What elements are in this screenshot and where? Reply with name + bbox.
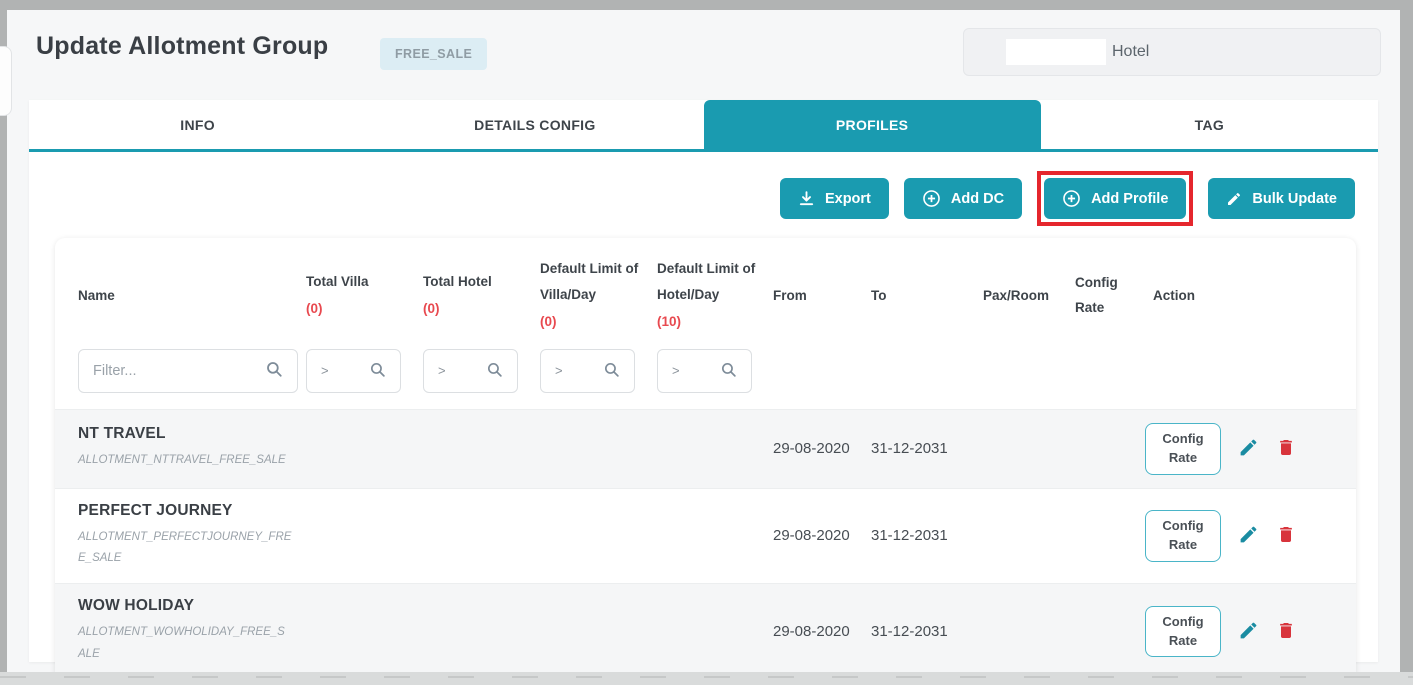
profile-name: NT TRAVEL: [78, 425, 166, 443]
download-icon: [798, 190, 815, 207]
table-filter-row: Filter... > > > >: [55, 348, 1356, 409]
page-header: Update Allotment Group FREE_SALE Hotel: [7, 10, 1400, 88]
tab-details-config[interactable]: DETAILS CONFIG: [366, 100, 703, 149]
delete-button[interactable]: [1276, 524, 1296, 548]
from-date: 29-08-2020: [773, 440, 850, 458]
profile-name: WOW HOLIDAY: [78, 597, 195, 615]
profile-name-cell: WOW HOLIDAY ALLOTMENT_WOWHOLIDAY_FREE_SA…: [78, 597, 306, 666]
page-title: Update Allotment Group: [36, 32, 329, 60]
trash-icon: [1276, 620, 1296, 644]
column-header-pax-room: Pax/Room: [983, 287, 1050, 303]
toolbar: Export Add DC Add Profile Bulk Update: [29, 152, 1378, 226]
search-icon: [486, 361, 503, 381]
app-page: Update Allotment Group FREE_SALE Hotel I…: [0, 10, 1400, 681]
count-badge: (0): [540, 314, 557, 330]
plus-circle-icon: [1062, 189, 1081, 208]
column-header-from: From: [773, 287, 807, 303]
total-villa-filter-input[interactable]: >: [306, 348, 401, 393]
column-header-default-limit-hotel: Default Limit of Hotel/Day (10): [657, 256, 773, 335]
profile-code: ALLOTMENT_NTTRAVEL_FREE_SALE: [78, 454, 286, 467]
row-actions: Config Rate: [1145, 510, 1346, 562]
profile-name-cell: NT TRAVEL ALLOTMENT_NTTRAVEL_FREE_SALE: [78, 425, 306, 472]
delete-button[interactable]: [1276, 620, 1296, 644]
pencil-icon: [1238, 437, 1259, 461]
count-badge: (10): [657, 314, 682, 330]
profile-name: PERFECT JOURNEY: [78, 501, 233, 519]
tab-info[interactable]: INFO: [29, 100, 366, 149]
search-icon: [369, 361, 386, 381]
tab-bar: INFO DETAILS CONFIG PROFILES TAG: [29, 100, 1378, 152]
config-rate-button[interactable]: Config Rate: [1145, 605, 1221, 658]
column-header-total-hotel: Total Hotel (0): [423, 269, 540, 322]
window-bottom-edge: [0, 672, 1413, 685]
to-date: 31-12-2031: [871, 623, 948, 641]
profile-code: ALLOTMENT_WOWHOLIDAY_FREE_SALE: [78, 626, 285, 661]
hotel-label: Hotel: [1112, 43, 1150, 60]
search-icon: [720, 361, 737, 381]
profile-code: ALLOTMENT_PERFECTJOURNEY_FREE_SALE: [78, 530, 292, 565]
count-badge: (0): [423, 301, 440, 317]
pencil-icon: [1226, 191, 1242, 207]
column-header-to: To: [871, 287, 887, 303]
row-actions: Config Rate: [1145, 605, 1346, 658]
total-hotel-filter-input[interactable]: >: [423, 348, 518, 393]
column-header-total-villa: Total Villa (0): [306, 269, 423, 322]
plus-circle-icon: [922, 189, 941, 208]
search-icon: [265, 360, 283, 382]
config-rate-button[interactable]: Config Rate: [1145, 422, 1221, 475]
to-date: 31-12-2031: [871, 527, 948, 545]
add-dc-button[interactable]: Add DC: [903, 178, 1023, 219]
table-row: PERFECT JOURNEY ALLOTMENT_PERFECTJOURNEY…: [55, 487, 1356, 584]
table-row: NT TRAVEL ALLOTMENT_NTTRAVEL_FREE_SALE 2…: [55, 408, 1356, 488]
filter-placeholder: Filter...: [93, 362, 137, 379]
to-date: 31-12-2031: [871, 440, 948, 458]
add-profile-button[interactable]: Add Profile: [1044, 178, 1187, 219]
edit-button[interactable]: [1238, 524, 1259, 548]
trash-icon: [1276, 437, 1296, 461]
status-badge: FREE_SALE: [380, 38, 488, 70]
table-row: WOW HOLIDAY ALLOTMENT_WOWHOLIDAY_FREE_SA…: [55, 583, 1356, 679]
pencil-icon: [1238, 620, 1259, 644]
from-date: 29-08-2020: [773, 527, 850, 545]
count-badge: (0): [306, 301, 323, 317]
pencil-icon: [1238, 524, 1259, 548]
column-header-config-rate: Config Rate: [1075, 274, 1118, 316]
hotel-select[interactable]: Hotel: [963, 28, 1381, 76]
column-header-default-limit-villa: Default Limit of Villa/Day (0): [540, 256, 657, 335]
profiles-table: Name Total Villa (0) Total Hotel (0) Defau…: [55, 238, 1356, 681]
config-rate-button[interactable]: Config Rate: [1145, 510, 1221, 562]
limit-hotel-filter-input[interactable]: >: [657, 348, 752, 393]
annotation-highlight: Add Profile: [1037, 171, 1194, 226]
name-filter-input[interactable]: Filter...: [78, 348, 298, 393]
search-icon: [603, 361, 620, 381]
tab-tag[interactable]: TAG: [1041, 100, 1378, 149]
tab-profiles[interactable]: PROFILES: [703, 100, 1041, 149]
limit-villa-filter-input[interactable]: >: [540, 348, 635, 393]
delete-button[interactable]: [1276, 437, 1296, 461]
column-header-name: Name: [78, 287, 115, 303]
column-header-action: Action: [1153, 287, 1195, 303]
edit-button[interactable]: [1238, 620, 1259, 644]
row-actions: Config Rate: [1145, 422, 1346, 475]
table-header-row: Name Total Villa (0) Total Hotel (0) Defau…: [55, 238, 1356, 349]
export-button[interactable]: Export: [779, 178, 889, 219]
bulk-update-button[interactable]: Bulk Update: [1208, 178, 1355, 219]
from-date: 29-08-2020: [773, 623, 850, 641]
edit-button[interactable]: [1238, 437, 1259, 461]
profile-name-cell: PERFECT JOURNEY ALLOTMENT_PERFECTJOURNEY…: [78, 502, 306, 571]
trash-icon: [1276, 524, 1296, 548]
redacted-hotel-name: [1006, 39, 1106, 65]
main-card: INFO DETAILS CONFIG PROFILES TAG Export …: [29, 100, 1378, 681]
